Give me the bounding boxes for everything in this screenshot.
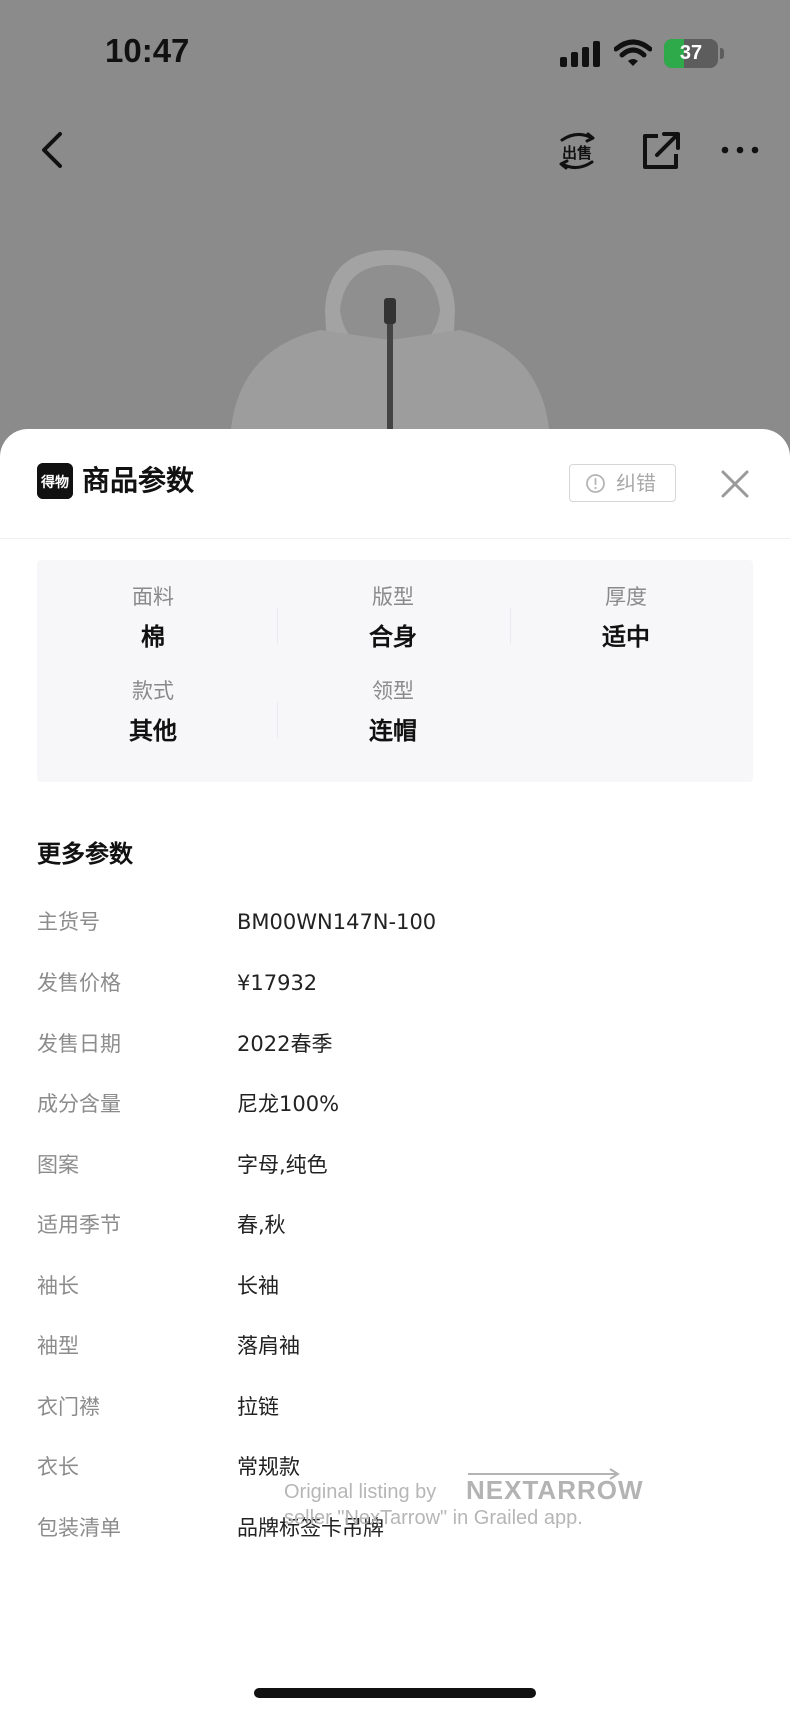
sell-icon-label: 出售 <box>562 144 592 162</box>
param-label: 衣长 <box>37 1455 79 1479</box>
param-value: BM00WN147N-100 <box>237 910 437 934</box>
battery-tip <box>720 48 724 59</box>
param-value: 春,秋 <box>237 1213 286 1237</box>
status-time: 10:47 <box>105 32 190 69</box>
param-label: 发售价格 <box>37 971 121 995</box>
spec-label: 面料 <box>132 585 174 609</box>
battery-indicator: 37 <box>664 39 724 68</box>
report-error-button[interactable]: 纠错 <box>569 464 676 502</box>
brand-logo: 得物 <box>37 463 73 499</box>
share-icon[interactable] <box>640 128 682 172</box>
param-row: 发售价格 ¥17932 <box>0 963 790 1003</box>
spec-value: 棉 <box>141 623 165 651</box>
param-value: 落肩袖 <box>237 1334 300 1358</box>
spec-value: 适中 <box>602 623 650 651</box>
key-specs-panel: 面料 棉 版型 合身 厚度 适中 款式 其他 领型 连帽 <box>37 560 753 782</box>
watermark-logo: NEXTARROW <box>466 1475 644 1505</box>
spec-item: 厚度 适中 <box>510 582 742 654</box>
spec-value: 合身 <box>369 623 417 651</box>
home-indicator <box>254 1688 536 1698</box>
spec-label: 领型 <box>372 679 414 703</box>
battery-body: 37 <box>664 39 718 68</box>
param-label: 衣门襟 <box>37 1395 100 1419</box>
param-label: 发售日期 <box>37 1032 121 1056</box>
spec-label: 款式 <box>132 679 174 703</box>
param-value: ¥17932 <box>237 971 318 995</box>
close-icon[interactable] <box>718 467 752 501</box>
spec-item: 面料 棉 <box>37 582 269 654</box>
svg-text:得物: 得物 <box>40 474 69 491</box>
param-label: 包装清单 <box>37 1516 121 1540</box>
spec-value: 其他 <box>129 717 177 745</box>
spec-label: 版型 <box>372 585 414 609</box>
param-value: 拉链 <box>237 1395 279 1419</box>
spec-label: 厚度 <box>605 585 647 609</box>
param-value: 2022春季 <box>237 1032 333 1056</box>
param-row: 主货号 BM00WN147N-100 <box>0 902 790 942</box>
alert-circle-icon <box>586 474 605 493</box>
spec-item: 版型 合身 <box>277 582 509 654</box>
param-label: 袖型 <box>37 1334 79 1358</box>
param-row: 袖型 落肩袖 <box>0 1326 790 1366</box>
param-row: 成分含量 尼龙100% <box>0 1084 790 1124</box>
product-params-sheet: 得物 商品参数 纠错 面料 棉 版型 合身 厚度 适中 款式 其他 领型 连帽 … <box>0 429 790 1712</box>
param-row: 适用季节 春,秋 <box>0 1205 790 1245</box>
param-value: 长袖 <box>237 1274 279 1298</box>
product-detail-screen: 10:47 37 出售 得物 商品参数 纠错 面料 棉 版型 合身 厚度 适中 … <box>0 0 790 1712</box>
more-icon[interactable] <box>718 128 762 172</box>
sell-icon[interactable]: 出售 <box>556 128 598 172</box>
param-value: 字母,纯色 <box>237 1153 328 1177</box>
sheet-header: 得物 商品参数 纠错 <box>0 429 790 539</box>
more-params-title: 更多参数 <box>37 840 133 868</box>
sheet-title: 商品参数 <box>82 464 195 497</box>
wifi-icon <box>614 39 652 66</box>
spec-item: 款式 其他 <box>37 676 269 748</box>
param-label: 主货号 <box>37 910 100 934</box>
watermark: Original listing by NEXTARROW seller "Ne… <box>284 1468 644 1561</box>
cellular-signal-icon <box>560 41 600 67</box>
battery-percent: 37 <box>679 42 703 64</box>
spec-item: 领型 连帽 <box>277 676 509 748</box>
param-label: 成分含量 <box>37 1092 121 1116</box>
top-nav-bar: 出售 <box>0 110 790 190</box>
param-row: 衣门襟 拉链 <box>0 1387 790 1427</box>
watermark-line2: seller "NexTarrow" in Grailed app. <box>284 1507 583 1529</box>
param-label: 适用季节 <box>37 1213 121 1237</box>
param-value: 尼龙100% <box>237 1092 340 1116</box>
param-label: 袖长 <box>37 1274 79 1298</box>
report-error-label: 纠错 <box>616 471 656 495</box>
param-row: 发售日期 2022春季 <box>0 1024 790 1064</box>
watermark-line1: Original listing by <box>284 1481 437 1503</box>
spec-value: 连帽 <box>369 717 417 745</box>
back-icon[interactable] <box>34 128 70 172</box>
status-bar: 10:47 37 <box>0 0 790 110</box>
param-row: 图案 字母,纯色 <box>0 1145 790 1185</box>
param-label: 图案 <box>37 1153 79 1177</box>
param-row: 袖长 长袖 <box>0 1266 790 1306</box>
product-image <box>230 250 550 440</box>
